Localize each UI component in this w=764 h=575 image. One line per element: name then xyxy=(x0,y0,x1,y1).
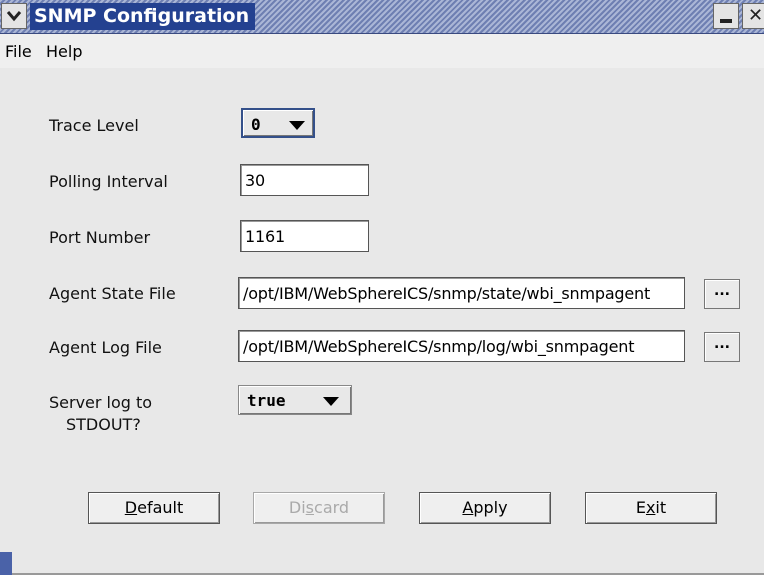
title-bar[interactable]: SNMP Configuration ✕ xyxy=(0,0,764,34)
exit-button-post: it xyxy=(655,498,667,517)
window-corner xyxy=(0,552,12,575)
minimize-button[interactable] xyxy=(713,3,739,29)
default-button[interactable]: Default xyxy=(88,492,220,524)
snmp-configuration-window: SNMP Configuration ✕ File Help Trace Lev… xyxy=(0,0,764,575)
menu-help[interactable]: Help xyxy=(46,42,82,61)
apply-button-post: pply xyxy=(473,498,508,517)
server-log-label-line2: STDOUT? xyxy=(66,415,141,434)
polling-interval-label: Polling Interval xyxy=(49,172,168,191)
menu-bar: File Help xyxy=(0,34,764,68)
agent-state-file-browse-button[interactable]: ... xyxy=(704,279,740,309)
apply-button-mnemonic: A xyxy=(462,498,474,517)
agent-log-file-field[interactable]: /opt/IBM/WebSphereICS/snmp/log/wbi_snmpa… xyxy=(238,330,685,362)
chevron-down-icon xyxy=(289,121,305,130)
system-menu-button[interactable] xyxy=(1,3,27,29)
exit-button[interactable]: Exit xyxy=(585,492,717,524)
trace-level-value: 0 xyxy=(251,115,261,134)
default-button-mnemonic: D xyxy=(124,498,138,517)
exit-button-pre: E xyxy=(635,498,646,517)
window-title: SNMP Configuration xyxy=(30,3,256,30)
exit-button-mnemonic: x xyxy=(645,498,656,517)
discard-button-post: card xyxy=(314,498,350,517)
discard-button[interactable]: Discard xyxy=(253,492,385,524)
trace-level-select[interactable]: 0 xyxy=(241,108,315,138)
menu-file[interactable]: File xyxy=(5,42,32,61)
chevron-down-icon xyxy=(6,11,22,22)
discard-button-pre: Di xyxy=(288,498,306,517)
server-log-label-line1: Server log to xyxy=(49,393,153,412)
discard-button-mnemonic: s xyxy=(305,498,315,517)
polling-interval-field[interactable]: 30 xyxy=(240,164,369,196)
apply-button[interactable]: Apply xyxy=(419,492,551,524)
close-button[interactable]: ✕ xyxy=(742,3,764,29)
agent-state-file-field[interactable]: /opt/IBM/WebSphereICS/snmp/state/wbi_snm… xyxy=(238,277,685,309)
server-log-select[interactable]: true xyxy=(238,385,352,415)
port-number-label: Port Number xyxy=(49,228,151,247)
minimize-icon xyxy=(720,19,732,23)
close-icon: ✕ xyxy=(748,5,764,26)
agent-state-file-label: Agent State File xyxy=(49,284,176,303)
server-log-value: true xyxy=(247,391,286,410)
chevron-down-icon xyxy=(323,397,339,406)
agent-log-file-label: Agent Log File xyxy=(49,338,162,357)
port-number-field[interactable]: 1161 xyxy=(240,220,369,252)
agent-log-file-browse-button[interactable]: ... xyxy=(704,332,740,362)
trace-level-label: Trace Level xyxy=(49,116,139,135)
default-button-post: efault xyxy=(137,498,184,517)
